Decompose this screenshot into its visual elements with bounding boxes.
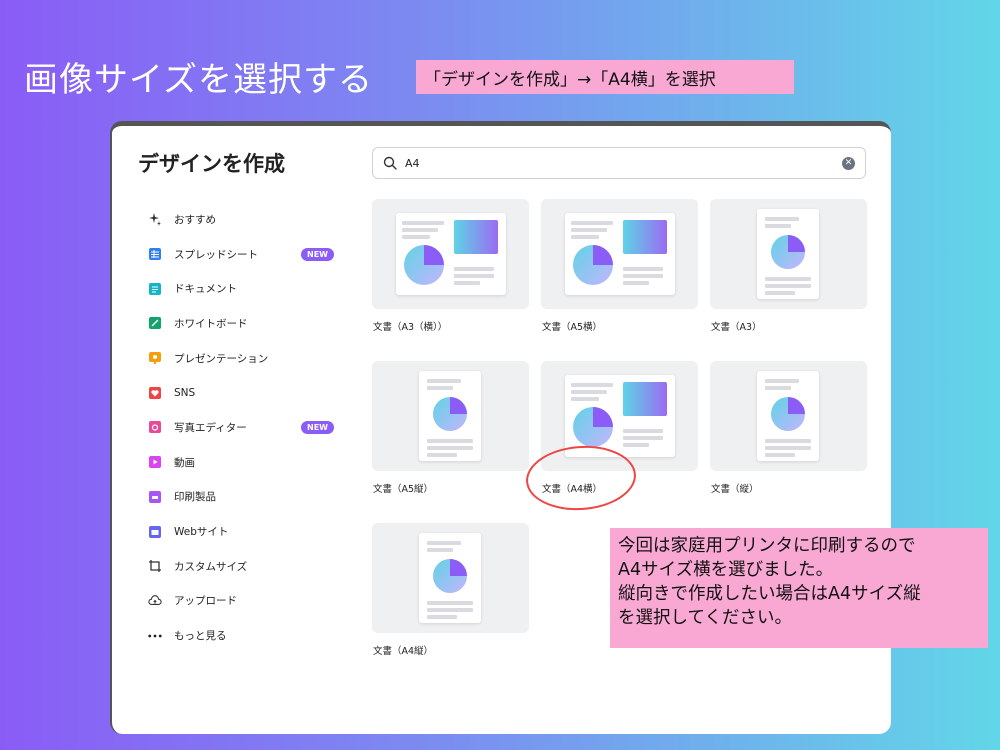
video-icon [148, 455, 162, 469]
sparkle-icon [148, 212, 162, 227]
template-label: 文書（A3） [711, 322, 762, 333]
sidebar-item-label: アップロード [174, 595, 237, 608]
sidebar-item-presentation[interactable]: プレゼンテーション [148, 341, 348, 376]
explanation-callout: 今回は家庭用プリンタに印刷するので A4サイズ横を選びました。 縦向きで作成した… [610, 528, 988, 648]
dialog-title: デザインを作成 [138, 152, 285, 176]
sidebar-item-label: 印刷製品 [174, 491, 216, 504]
sidebar-item-more[interactable]: もっと見る [148, 618, 348, 653]
camera-icon [148, 420, 162, 434]
template-label: 文書（A5横） [542, 322, 603, 333]
new-badge: NEW [301, 247, 334, 261]
sidebar-item-label: 動画 [174, 456, 195, 469]
template-thumbnail[interactable] [372, 523, 529, 633]
template-card[interactable]: 文書（A5横） [541, 199, 698, 333]
sidebar-item-custom-size[interactable]: カスタムサイズ [148, 549, 348, 584]
template-thumbnail[interactable] [372, 361, 529, 471]
template-card[interactable]: 文書（A3） [710, 199, 867, 333]
sidebar-item-print[interactable]: 印刷製品 [148, 480, 348, 515]
callout-line: を選択してください。 [618, 608, 792, 628]
search-icon [383, 156, 397, 170]
custom-size-icon [148, 559, 162, 573]
template-thumbnail[interactable] [541, 199, 698, 309]
template-label: 文書（A3（横）） [373, 322, 448, 333]
instruction-label: 「デザインを作成」→「A4横」を選択 [416, 60, 794, 94]
sidebar-item-label: スプレッドシート [174, 248, 258, 261]
website-icon [148, 525, 162, 539]
sidebar-item-label: プレゼンテーション [174, 352, 269, 365]
template-card[interactable]: 文書（縦） [710, 361, 867, 495]
template-card[interactable]: 文書（A3（横）） [372, 199, 529, 333]
landscape-document-preview [565, 213, 675, 295]
landscape-document-preview [565, 375, 675, 457]
sidebar-item-label: ドキュメント [174, 283, 237, 296]
sidebar-item-upload[interactable]: アップロード [148, 584, 348, 619]
presentation-icon [148, 351, 162, 365]
sidebar-item-website[interactable]: Webサイト [148, 514, 348, 549]
sidebar-item-label: おすすめ [174, 213, 216, 226]
template-thumbnail[interactable] [710, 199, 867, 309]
search-field[interactable]: ✕ [372, 147, 866, 179]
portrait-document-preview [757, 371, 819, 461]
portrait-document-preview [757, 209, 819, 299]
template-thumbnail[interactable] [372, 199, 529, 309]
sidebar-item-whiteboard[interactable]: ホワイトボード [148, 306, 348, 341]
document-icon [148, 282, 162, 296]
sidebar-item-label: カスタムサイズ [174, 560, 248, 573]
search-input[interactable] [405, 156, 842, 170]
sidebar-item-photo-editor[interactable]: 写真エディター NEW [148, 410, 348, 445]
sidebar-item-label: もっと見る [174, 630, 227, 643]
callout-line: A4サイズ横を選びました。 [618, 560, 834, 580]
heart-icon [148, 386, 162, 400]
sidebar-item-label: Webサイト [174, 526, 229, 539]
portrait-document-preview [419, 533, 481, 623]
sidebar-item-recommended[interactable]: おすすめ [148, 202, 348, 237]
sidebar-item-sns[interactable]: SNS [148, 375, 348, 410]
more-icon [148, 629, 162, 643]
new-badge: NEW [301, 420, 334, 434]
upload-cloud-icon [148, 594, 162, 608]
clear-search-icon[interactable]: ✕ [842, 156, 855, 170]
instruction-text: 「デザインを作成」→「A4横」を選択 [424, 69, 716, 90]
callout-line: 縦向きで作成したい場合はA4サイズ縦 [618, 584, 921, 604]
slide-title: 画像サイズを選択する [24, 60, 373, 100]
whiteboard-icon [148, 316, 162, 330]
template-label: 文書（A4縦） [373, 646, 434, 657]
template-card[interactable]: 文書（A5縦） [372, 361, 529, 495]
sidebar-item-label: SNS [174, 386, 196, 399]
template-card[interactable]: 文書（A4縦） [372, 523, 529, 657]
template-label: 文書（縦） [711, 484, 759, 495]
callout-line: 今回は家庭用プリンタに印刷するので [618, 536, 916, 556]
category-sidebar: おすすめ スプレッドシート NEW ドキュメント ホワイトボード プレゼンテーシ… [148, 202, 348, 653]
landscape-document-preview [396, 213, 506, 295]
template-label: 文書（A5縦） [373, 484, 434, 495]
sidebar-item-document[interactable]: ドキュメント [148, 271, 348, 306]
sidebar-item-label: 写真エディター [174, 421, 247, 434]
portrait-document-preview [419, 371, 481, 461]
sidebar-item-label: ホワイトボード [174, 317, 248, 330]
printer-icon [148, 490, 162, 504]
sidebar-item-spreadsheet[interactable]: スプレッドシート NEW [148, 237, 348, 272]
sidebar-item-video[interactable]: 動画 [148, 445, 348, 480]
template-thumbnail[interactable] [710, 361, 867, 471]
spreadsheet-icon [148, 247, 162, 261]
